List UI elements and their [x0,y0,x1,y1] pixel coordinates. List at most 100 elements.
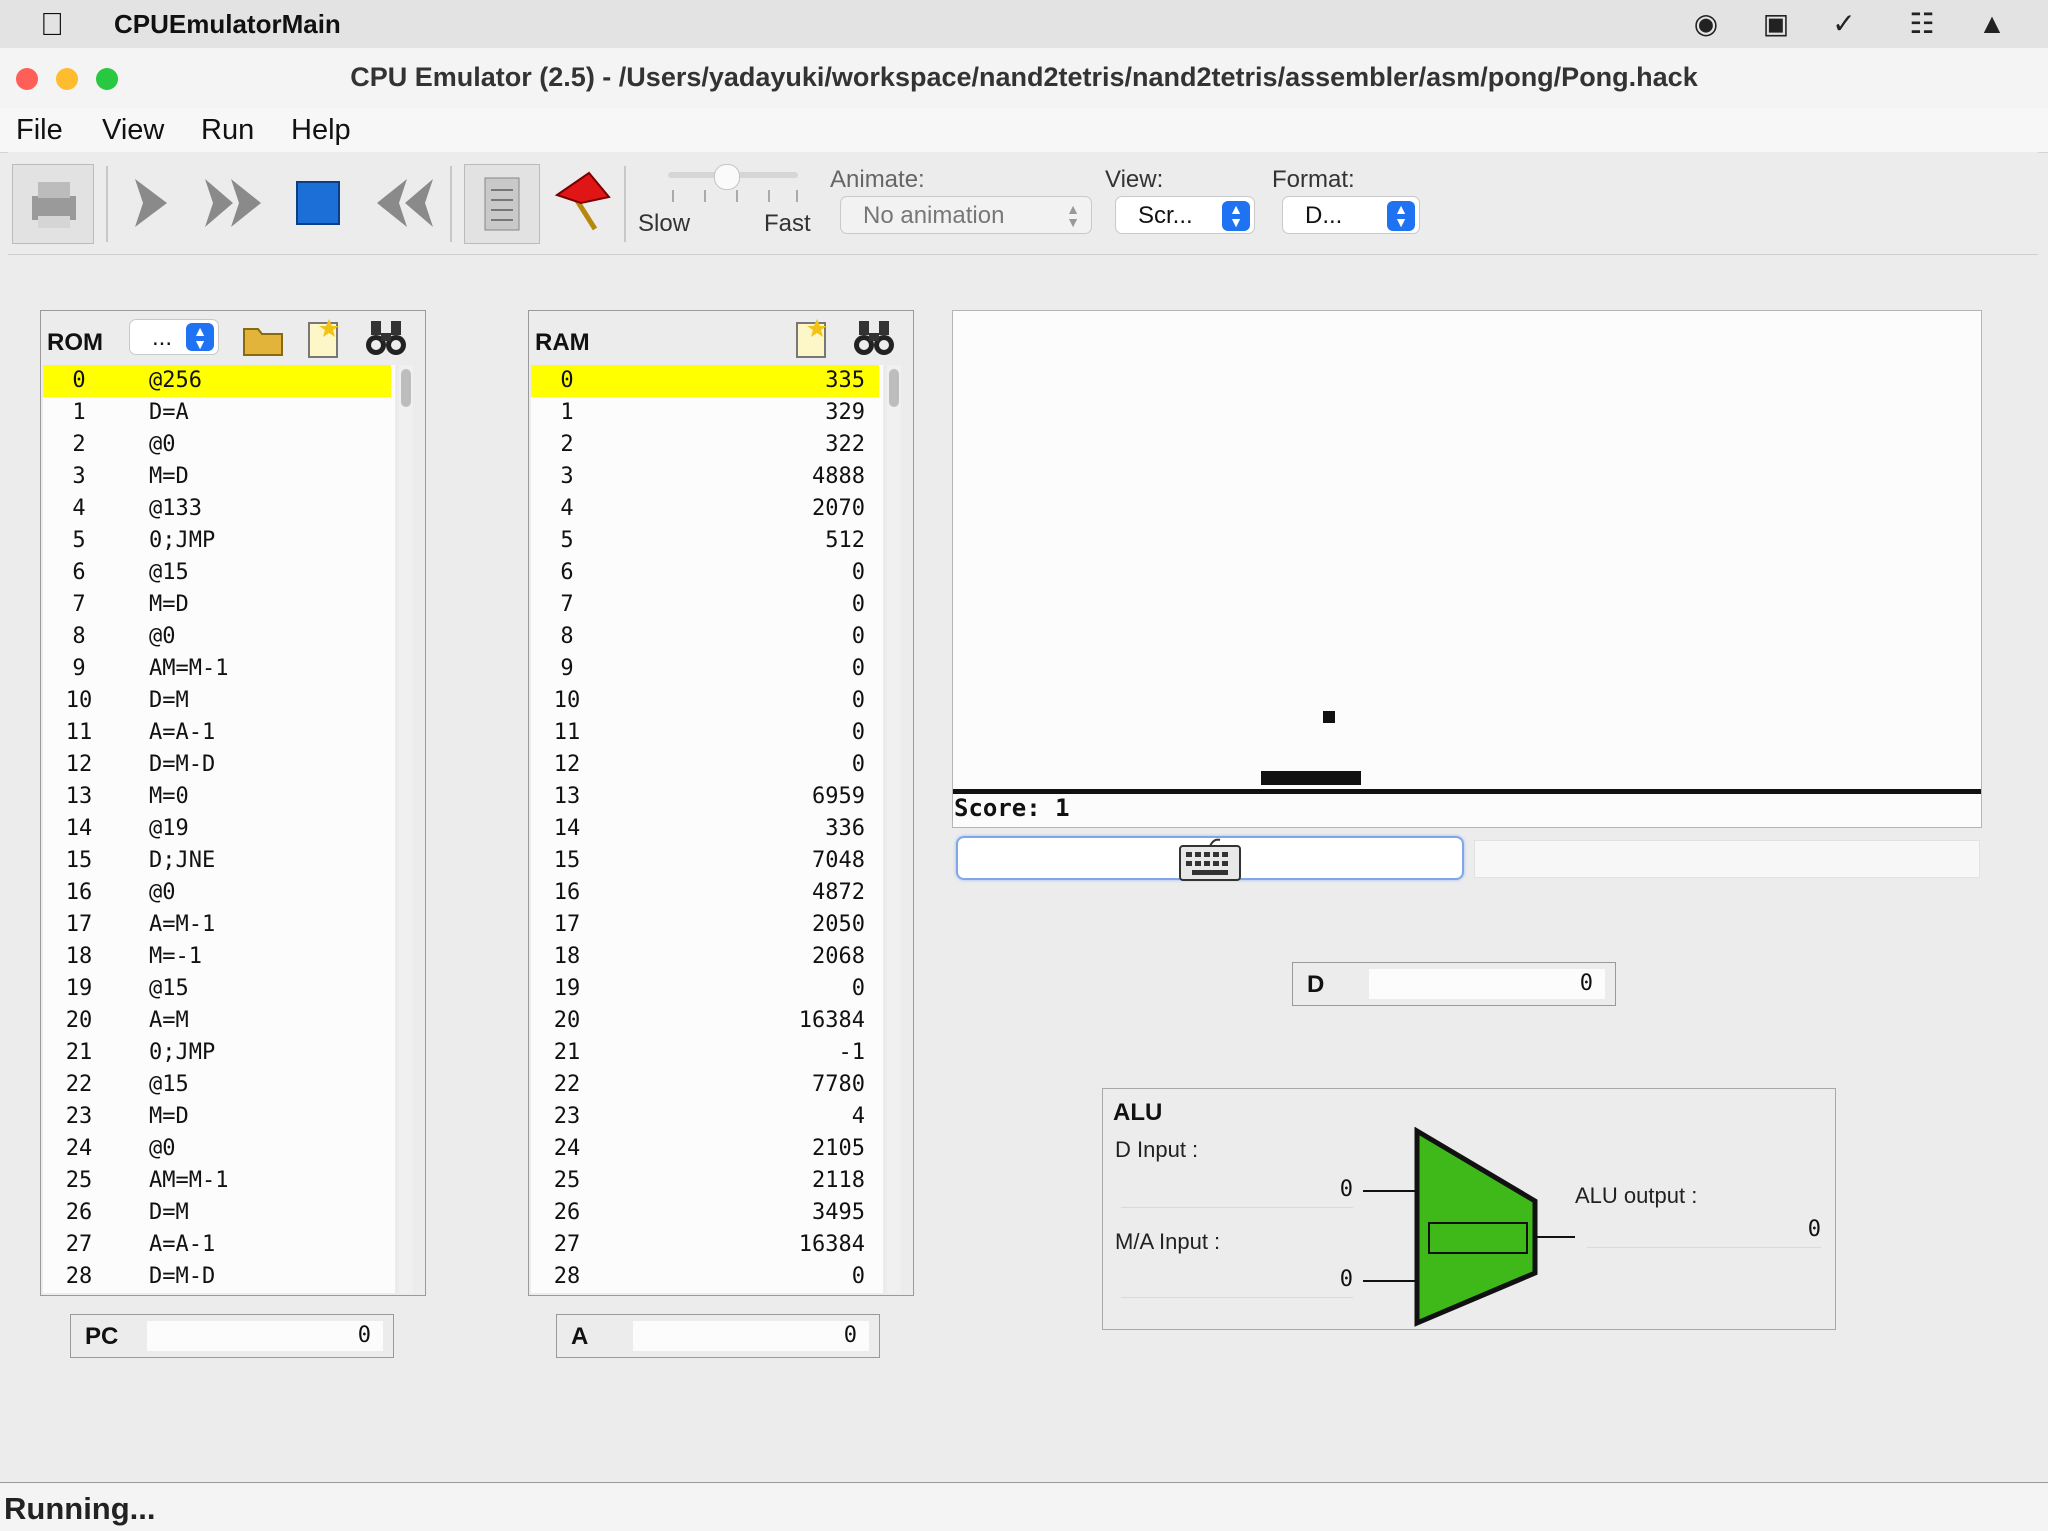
drive-icon[interactable]: ▲ [1976,8,2008,40]
ram-row[interactable]: 1 329 [531,397,879,429]
menu-view[interactable]: View [102,114,164,147]
ram-list[interactable]: 0 335 1 329 2 322 3 4888 4 2070 5 512 6 0 7 0 8 0 9 0 10 0 11 0… [531,365,883,1293]
ram-row[interactable]: 2 322 [531,429,879,461]
rom-row[interactable]: 17 A=M-1 [43,909,391,941]
ram-row[interactable]: 20 16384 [531,1005,879,1037]
rom-row[interactable]: 13 M=0 [43,781,391,813]
rom-list[interactable]: 0 @256 1 D=A 2 @0 3 M=D 4 @133 5 0;JMP 6 @15 7 M=D 8 @0 9 A… [43,365,395,1293]
ram-row[interactable]: 15 7048 [531,845,879,877]
ram-row[interactable]: 0 335 [531,365,879,397]
checkmark-icon[interactable]: ✓ [1828,8,1860,40]
ram-row[interactable]: 28 0 [531,1261,879,1293]
animate-select[interactable]: No animation ▲ ▼ [840,196,1092,234]
speed-slow-label: Slow [638,210,691,237]
rom-row[interactable]: 0 @256 [43,365,391,397]
ram-row[interactable]: 16 4872 [531,877,879,909]
ram-row[interactable]: 18 2068 [531,941,879,973]
d-value[interactable]: 0 [1369,969,1605,999]
rom-row[interactable]: 24 @0 [43,1133,391,1165]
load-program-button[interactable] [12,164,94,244]
rom-row[interactable]: 7 M=D [43,589,391,621]
view-select[interactable]: Scr... ▲ ▼ [1115,196,1255,234]
apple-icon[interactable]:  [40,6,64,43]
ram-row-index: 12 [553,752,581,777]
menu-run[interactable]: Run [201,114,254,147]
rom-row[interactable]: 22 @15 [43,1069,391,1101]
rom-row[interactable]: 26 D=M [43,1197,391,1229]
load-rom-button[interactable] [241,319,285,359]
rom-row[interactable]: 10 D=M [43,685,391,717]
rom-row[interactable]: 20 A=M [43,1005,391,1037]
rom-scroll-thumb[interactable] [401,369,411,407]
rom-row[interactable]: 2 @0 [43,429,391,461]
ram-row[interactable]: 13 6959 [531,781,879,813]
rom-row[interactable]: 5 0;JMP [43,525,391,557]
rom-row[interactable]: 27 A=A-1 [43,1229,391,1261]
ram-row-index: 19 [553,976,581,1001]
a-value[interactable]: 0 [633,1321,869,1351]
find-rom-button[interactable] [365,317,409,359]
rom-row[interactable]: 19 @15 [43,973,391,1005]
rewind-button[interactable] [364,164,444,242]
pc-value[interactable]: 0 [147,1321,383,1351]
ram-row[interactable]: 27 16384 [531,1229,879,1261]
stop-button[interactable] [288,164,348,242]
ram-row[interactable]: 22 7780 [531,1069,879,1101]
rom-row-instruction: 0;JMP [149,1040,216,1065]
rom-row[interactable]: 1 D=A [43,397,391,429]
ram-row[interactable]: 25 2118 [531,1165,879,1197]
rom-row[interactable]: 21 0;JMP [43,1037,391,1069]
rom-row[interactable]: 23 M=D [43,1101,391,1133]
menu-help[interactable]: Help [291,114,351,147]
ram-row[interactable]: 12 0 [531,749,879,781]
rom-row[interactable]: 25 AM=M-1 [43,1165,391,1197]
ram-row[interactable]: 21 -1 [531,1037,879,1069]
rom-row[interactable]: 16 @0 [43,877,391,909]
app-name[interactable]: CPUEmulatorMain [114,9,341,40]
ram-scrollbar[interactable] [887,365,901,1293]
ram-row[interactable]: 4 2070 [531,493,879,525]
ram-row[interactable]: 10 0 [531,685,879,717]
fast-forward-button[interactable] [194,164,274,242]
ram-row[interactable]: 60 [531,557,879,589]
rom-row[interactable]: 3 M=D [43,461,391,493]
docker-icon[interactable]: ☷ [1906,8,1938,40]
rom-row[interactable]: 18 M=-1 [43,941,391,973]
rom-row[interactable]: 9 AM=M-1 [43,653,391,685]
rom-row[interactable]: 11 A=A-1 [43,717,391,749]
ram-row[interactable]: 80 [531,621,879,653]
menu-file[interactable]: File [16,114,63,147]
ram-row[interactable]: 90 [531,653,879,685]
rom-row[interactable]: 6 @15 [43,557,391,589]
rom-row[interactable]: 14 @19 [43,813,391,845]
rom-row[interactable]: 15 D;JNE [43,845,391,877]
ram-row[interactable]: 5 512 [531,525,879,557]
ram-row[interactable]: 11 0 [531,717,879,749]
rom-row[interactable]: 8 @0 [43,621,391,653]
rom-row[interactable]: 4 @133 [43,493,391,525]
rom-row[interactable]: 28 D=M-D [43,1261,391,1293]
rom-format-select[interactable]: ... ▲ ▼ [129,319,219,355]
breakpoints-button[interactable] [548,164,618,242]
ram-row[interactable]: 26 3495 [531,1197,879,1229]
script-button[interactable] [464,164,540,244]
rom-row-index: 12 [65,752,93,777]
ram-scroll-thumb[interactable] [889,369,899,407]
ram-row[interactable]: 14 336 [531,813,879,845]
ram-row[interactable]: 19 0 [531,973,879,1005]
rom-row[interactable]: 12 D=M-D [43,749,391,781]
rom-scrollbar[interactable] [399,365,413,1293]
ram-row[interactable]: 3 4888 [531,461,879,493]
ram-row[interactable]: 70 [531,589,879,621]
speed-slider-thumb[interactable] [714,164,740,190]
record-icon[interactable]: ◉ [1690,8,1722,40]
find-ram-button[interactable] [853,317,897,359]
ram-row[interactable]: 24 2105 [531,1133,879,1165]
video-icon[interactable]: ▣ [1760,8,1792,40]
format-select[interactable]: D... ▲ ▼ [1282,196,1420,234]
ram-row[interactable]: 17 2050 [531,909,879,941]
single-step-button[interactable] [120,164,180,242]
new-ram-button[interactable] [791,317,831,359]
new-rom-button[interactable] [303,317,343,359]
ram-row[interactable]: 23 4 [531,1101,879,1133]
